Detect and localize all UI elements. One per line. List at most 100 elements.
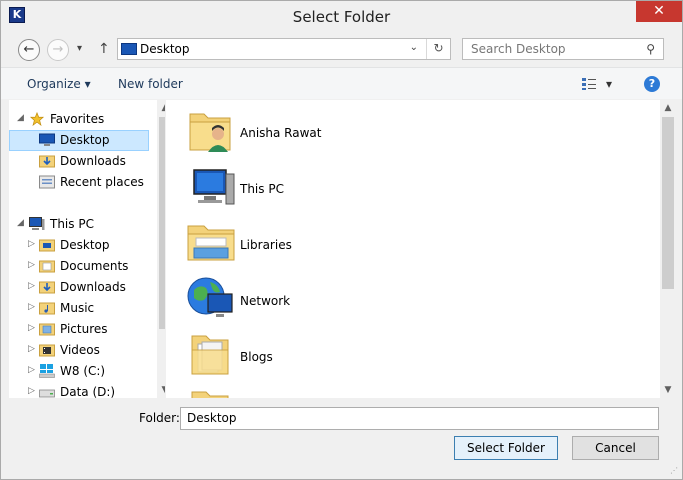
list-item-partial-folder[interactable] <box>186 384 656 398</box>
folder-label: Folder: <box>139 411 180 425</box>
list-item-label: Network <box>240 294 291 308</box>
sidebar-item-desktop[interactable]: Desktop <box>9 130 149 151</box>
videos-folder-icon <box>39 344 55 357</box>
windows-drive-icon <box>39 364 55 378</box>
sidebar-item-label: Pictures <box>60 322 108 336</box>
sidebar-item-label: Data (D:) <box>60 385 116 398</box>
folder-icon <box>39 239 55 252</box>
new-folder-button[interactable]: New folder <box>118 77 183 91</box>
sidebar-item-favorites[interactable]: ◢ Favorites <box>9 109 149 130</box>
music-folder-icon <box>39 302 55 315</box>
refresh-button[interactable]: ↻ <box>426 39 450 59</box>
downloads-folder-icon <box>39 155 55 168</box>
sidebar-item-label: Recent places <box>60 175 144 189</box>
sidebar-item-label: Favorites <box>50 112 105 126</box>
scroll-down-button[interactable]: ▼ <box>660 382 676 398</box>
sidebar-item-label: This PC <box>50 217 94 231</box>
up-button[interactable]: ↑ <box>98 41 110 57</box>
pictures-folder-icon <box>39 323 55 336</box>
drive-icon <box>39 389 55 398</box>
sidebar-item-label: Music <box>60 301 95 315</box>
search-icon[interactable]: ⚲ <box>646 42 655 56</box>
sidebar-item-recent-places[interactable]: Recent places <box>9 172 149 193</box>
sidebar-item-downloads[interactable]: Downloads <box>9 151 149 172</box>
navigation-pane-scrollbar[interactable]: ▲ ▼ <box>157 100 165 398</box>
sidebar-item-label: Desktop <box>60 133 110 147</box>
list-item-label: Anisha Rawat <box>240 126 322 140</box>
user-folder-icon <box>189 113 231 152</box>
view-dropdown-arrow[interactable]: ▾ <box>606 77 612 91</box>
expand-arrow-icon[interactable]: ▷ <box>28 281 35 291</box>
resize-grip-icon[interactable]: ⋰ <box>670 466 678 475</box>
sidebar-item-w8-c[interactable]: ▷ W8 (C:) <box>9 361 149 382</box>
sidebar-item-this-pc[interactable]: ◢ This PC <box>9 214 149 235</box>
collapse-arrow-icon[interactable]: ◢ <box>17 218 24 228</box>
sidebar-item-label: Downloads <box>60 154 126 168</box>
sidebar-item-label: Documents <box>60 259 129 273</box>
network-icon <box>187 277 233 317</box>
organize-label: Organize <box>27 77 81 91</box>
select-folder-dialog: K Select Folder ✕ ← → ▾ ↑ Desktop ⌄ ↻ Se… <box>0 0 683 480</box>
list-item-blogs[interactable]: Blogs <box>186 328 656 384</box>
sidebar-item-music[interactable]: ▷ Music <box>9 298 149 319</box>
star-icon <box>29 112 45 126</box>
recent-locations-dropdown[interactable]: ▾ <box>77 43 82 54</box>
sidebar-item-videos[interactable]: ▷ Videos <box>9 340 149 361</box>
address-text: Desktop <box>140 42 190 56</box>
list-item-label: This PC <box>240 182 284 196</box>
computer-icon <box>29 217 45 230</box>
sidebar-item-downloads-pc[interactable]: ▷ Downloads <box>9 277 149 298</box>
navigation-pane[interactable]: ◢ Favorites Desktop Downloads Recent pla… <box>9 100 165 398</box>
list-item-label: Blogs <box>240 350 273 364</box>
desktop-icon <box>39 133 55 146</box>
expand-arrow-icon[interactable]: ▷ <box>28 260 35 270</box>
documents-folder-icon <box>39 260 55 273</box>
list-item-anisha-rawat[interactable]: Anisha Rawat <box>186 104 656 160</box>
scroll-up-button[interactable]: ▲ <box>660 100 676 116</box>
list-item-label: Libraries <box>240 238 292 252</box>
help-icon[interactable]: ? <box>644 76 660 92</box>
title-bar: K Select Folder ✕ <box>1 1 682 32</box>
select-folder-button[interactable]: Select Folder <box>454 436 558 460</box>
computer-icon <box>193 169 235 205</box>
sidebar-item-documents[interactable]: ▷ Documents <box>9 256 149 277</box>
chevron-down-icon: ▾ <box>84 77 91 91</box>
downloads-folder-icon <box>39 281 55 294</box>
folder-icon <box>191 391 229 398</box>
sidebar-item-data-d[interactable]: ▷ Data (D:) <box>9 382 149 398</box>
sidebar-item-label: Desktop <box>60 238 110 252</box>
scroll-up-button[interactable]: ▲ <box>157 100 165 116</box>
scroll-down-button[interactable]: ▼ <box>157 382 165 398</box>
folder-name-input[interactable]: Desktop <box>180 407 659 430</box>
search-placeholder: Search Desktop <box>471 42 566 56</box>
back-button[interactable]: ← <box>18 39 40 61</box>
expand-arrow-icon[interactable]: ▷ <box>28 386 35 396</box>
file-list-pane[interactable]: Anisha Rawat This PC Libraries Network B… <box>166 100 660 398</box>
address-bar[interactable]: Desktop ⌄ ↻ <box>117 38 451 60</box>
expand-arrow-icon[interactable]: ▷ <box>28 302 35 312</box>
expand-arrow-icon[interactable]: ▷ <box>28 344 35 354</box>
expand-arrow-icon[interactable]: ▷ <box>28 239 35 249</box>
sidebar-item-label: Downloads <box>60 280 126 294</box>
scroll-thumb[interactable] <box>662 117 674 289</box>
file-list-scrollbar[interactable]: ▲ ▼ <box>660 100 676 398</box>
forward-button[interactable]: → <box>47 39 69 61</box>
view-options-icon[interactable] <box>581 77 597 91</box>
search-input[interactable]: Search Desktop ⚲ <box>462 38 664 60</box>
address-dropdown-icon[interactable]: ⌄ <box>410 42 418 53</box>
recent-places-icon <box>39 175 55 189</box>
cancel-button[interactable]: Cancel <box>572 436 659 460</box>
close-button[interactable]: ✕ <box>636 1 682 22</box>
desktop-icon <box>121 43 137 55</box>
collapse-arrow-icon[interactable]: ◢ <box>17 113 24 123</box>
list-item-this-pc[interactable]: This PC <box>186 160 656 216</box>
expand-arrow-icon[interactable]: ▷ <box>28 323 35 333</box>
folder-icon <box>191 335 229 375</box>
expand-arrow-icon[interactable]: ▷ <box>28 365 35 375</box>
organize-button[interactable]: Organize ▾ <box>27 77 91 91</box>
sidebar-item-desktop-pc[interactable]: ▷ Desktop <box>9 235 149 256</box>
scroll-thumb[interactable] <box>159 117 165 329</box>
list-item-libraries[interactable]: Libraries <box>186 216 656 272</box>
sidebar-item-pictures[interactable]: ▷ Pictures <box>9 319 149 340</box>
list-item-network[interactable]: Network <box>186 272 656 328</box>
